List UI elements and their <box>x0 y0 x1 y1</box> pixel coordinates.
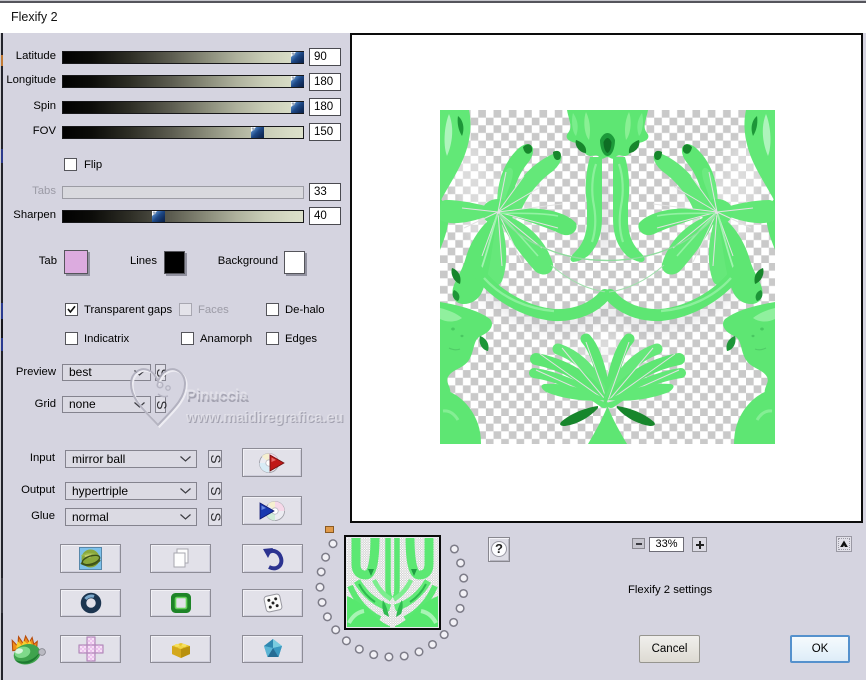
svg-text:Pinuccia: Pinuccia <box>186 387 248 404</box>
svg-text:www.maidiregrafica.eu: www.maidiregrafica.eu <box>185 410 343 426</box>
